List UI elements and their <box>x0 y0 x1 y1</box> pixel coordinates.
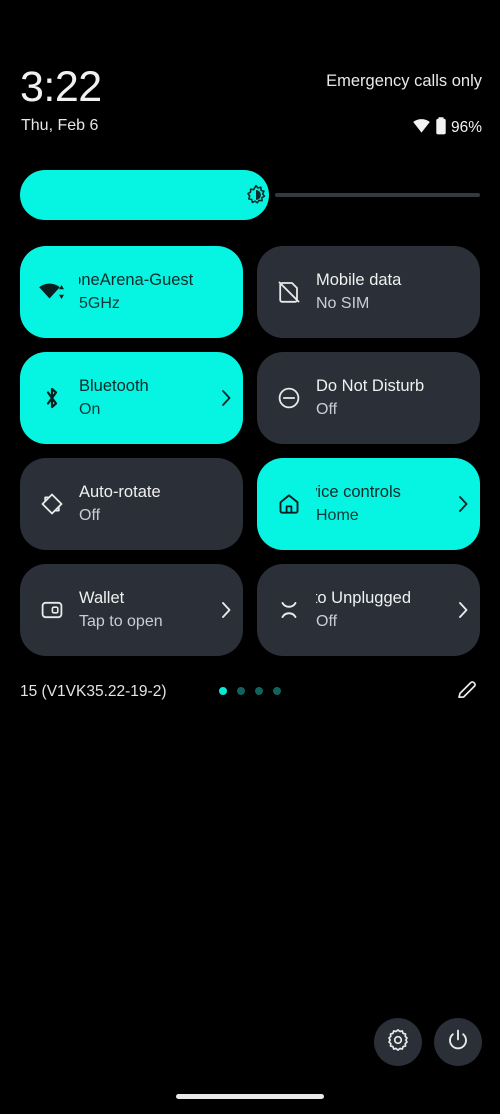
tile-auto-rotate-title: Auto-rotate <box>79 483 161 501</box>
gear-icon <box>386 1028 410 1057</box>
carrier-status-label: Emergency calls only <box>326 72 482 90</box>
quick-settings-panel: 3:22 Thu, Feb 6 Emergency calls only 96% <box>0 0 500 1114</box>
chevron-right-icon[interactable] <box>219 388 233 408</box>
page-dot-3[interactable] <box>255 687 263 695</box>
tile-bluetooth-text: Bluetooth On <box>79 376 213 420</box>
tile-device-controls[interactable]: evice controls Home <box>257 458 480 550</box>
tile-wallet-title: Wallet <box>79 589 125 607</box>
build-version-label: 15 (V1VK35.22-19-2) <box>20 683 167 700</box>
tile-do-not-disturb-text: Do Not Disturb Off <box>316 376 470 420</box>
tile-wallet-text: Wallet Tap to open <box>79 588 213 632</box>
battery-icon <box>435 116 447 141</box>
clock[interactable]: 3:22 <box>20 62 102 112</box>
page-indicator <box>219 687 281 695</box>
tile-do-not-disturb-title: Do Not Disturb <box>316 377 425 395</box>
quick-settings-tiles: honeArena-Guest 5GHz Mobile data No SIM <box>20 246 480 656</box>
date-label[interactable]: Thu, Feb 6 <box>21 116 98 136</box>
status-bar-icons: 96% <box>412 116 482 141</box>
moto-unplugged-icon <box>275 596 303 624</box>
tile-wallet-subtitle: Tap to open <box>79 613 163 630</box>
bluetooth-icon <box>38 384 66 412</box>
wallet-icon <box>38 596 66 624</box>
pencil-edit-icon <box>455 678 479 707</box>
battery-percent-label: 96% <box>450 119 482 136</box>
tile-do-not-disturb[interactable]: Do Not Disturb Off <box>257 352 480 444</box>
tile-wallet[interactable]: Wallet Tap to open <box>20 564 243 656</box>
brightness-icon <box>245 184 267 206</box>
edit-tiles-button[interactable] <box>454 679 480 705</box>
quick-settings-footer: 15 (V1VK35.22-19-2) <box>0 676 500 710</box>
brightness-track[interactable] <box>20 170 480 220</box>
tile-mobile-data-text: Mobile data No SIM <box>316 270 470 314</box>
tile-wifi-title: honeArena-Guest <box>79 271 194 289</box>
tile-device-controls-title: evice controls <box>316 483 401 501</box>
minus-circle-icon <box>275 384 303 412</box>
bottom-action-buttons <box>374 1018 482 1066</box>
settings-button[interactable] <box>374 1018 422 1066</box>
chevron-right-icon[interactable] <box>456 494 470 514</box>
tile-mobile-data-subtitle: No SIM <box>316 295 370 312</box>
tile-moto-unplugged-text: loto Unplugged Off <box>316 588 450 632</box>
tile-moto-unplugged-title: loto Unplugged <box>316 589 412 607</box>
tile-device-controls-text: evice controls Home <box>316 482 450 526</box>
page-dot-2[interactable] <box>237 687 245 695</box>
gesture-home-pill[interactable] <box>176 1094 324 1099</box>
page-dot-1[interactable] <box>219 687 227 695</box>
tile-auto-rotate-subtitle: Off <box>79 507 101 524</box>
tile-moto-unplugged[interactable]: loto Unplugged Off <box>257 564 480 656</box>
tile-bluetooth-title: Bluetooth <box>79 377 149 395</box>
tile-auto-rotate-text: Auto-rotate Off <box>79 482 233 526</box>
tile-wifi[interactable]: honeArena-Guest 5GHz <box>20 246 243 338</box>
tile-bluetooth-subtitle: On <box>79 401 101 418</box>
auto-rotate-icon <box>38 490 66 518</box>
page-dot-4[interactable] <box>273 687 281 695</box>
wifi-transfer-icon <box>38 278 66 306</box>
tile-device-controls-subtitle: Home <box>316 507 359 524</box>
tile-bluetooth[interactable]: Bluetooth On <box>20 352 243 444</box>
chevron-right-icon[interactable] <box>219 600 233 620</box>
brightness-rail <box>275 193 480 197</box>
sim-card-off-icon <box>275 278 303 306</box>
wifi-icon <box>412 116 431 140</box>
brightness-slider[interactable] <box>20 170 480 220</box>
tile-mobile-data[interactable]: Mobile data No SIM <box>257 246 480 338</box>
tile-auto-rotate[interactable]: Auto-rotate Off <box>20 458 243 550</box>
tile-moto-unplugged-subtitle: Off <box>316 613 338 630</box>
power-button[interactable] <box>434 1018 482 1066</box>
chevron-right-icon[interactable] <box>456 600 470 620</box>
tile-wifi-subtitle: 5GHz <box>79 295 120 312</box>
status-header: 3:22 Thu, Feb 6 Emergency calls only 96% <box>0 62 500 152</box>
power-icon <box>446 1028 470 1057</box>
tile-wifi-text: honeArena-Guest 5GHz <box>79 270 233 314</box>
tile-do-not-disturb-subtitle: Off <box>316 401 338 418</box>
home-icon <box>275 490 303 518</box>
tile-mobile-data-title: Mobile data <box>316 271 402 289</box>
brightness-fill <box>20 170 269 220</box>
